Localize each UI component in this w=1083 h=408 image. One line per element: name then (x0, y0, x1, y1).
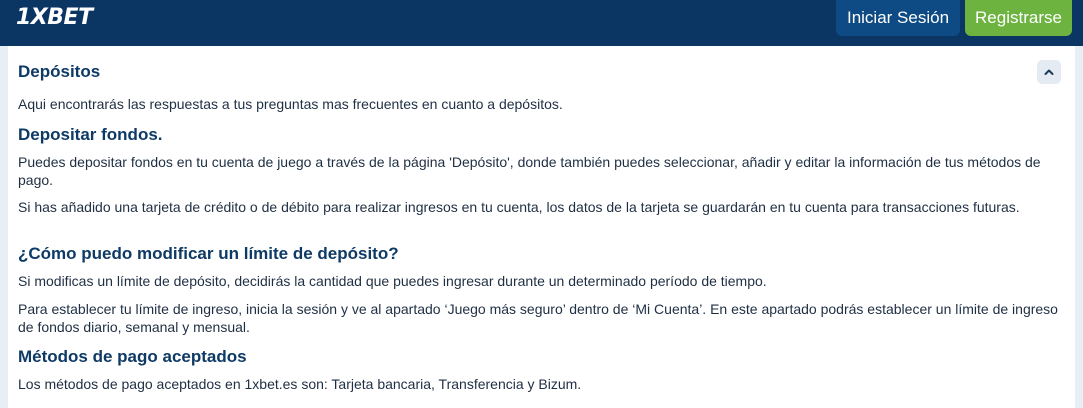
answer-paragraph: Puedes depositar fondos en tu cuenta de … (18, 154, 1041, 188)
logo[interactable]: 1XBET (16, 5, 93, 31)
answer-paragraph: Si modificas un límite de depósito, deci… (18, 273, 767, 289)
section-intro: Aqui encontrarás las respuestas a tus pr… (18, 96, 563, 112)
section-title[interactable]: Depósitos (18, 61, 100, 83)
question-title-deposit-funds: Depositar fondos. (18, 125, 163, 144)
question-title-deposit-limit: ¿Cómo puedo modificar un límite de depós… (18, 244, 399, 263)
chevron-up-icon (1044, 69, 1054, 75)
register-button[interactable]: Registrarse (965, 0, 1072, 36)
answer-paragraph: Para establecer tu límite de ingreso, in… (18, 301, 1058, 335)
login-button[interactable]: Iniciar Sesión (836, 0, 960, 36)
answer-paragraph: Los métodos de pago aceptados en 1xbet.e… (18, 376, 582, 392)
right-gutter (1075, 46, 1083, 408)
left-gutter (0, 46, 8, 408)
top-bar: 1XBET Iniciar Sesión Registrarse (0, 0, 1083, 46)
collapse-button[interactable] (1037, 60, 1061, 84)
answer-paragraph: Si has añadido una tarjeta de crédito o … (18, 199, 1020, 215)
question-title-payment-methods: Métodos de pago aceptados (18, 347, 247, 366)
